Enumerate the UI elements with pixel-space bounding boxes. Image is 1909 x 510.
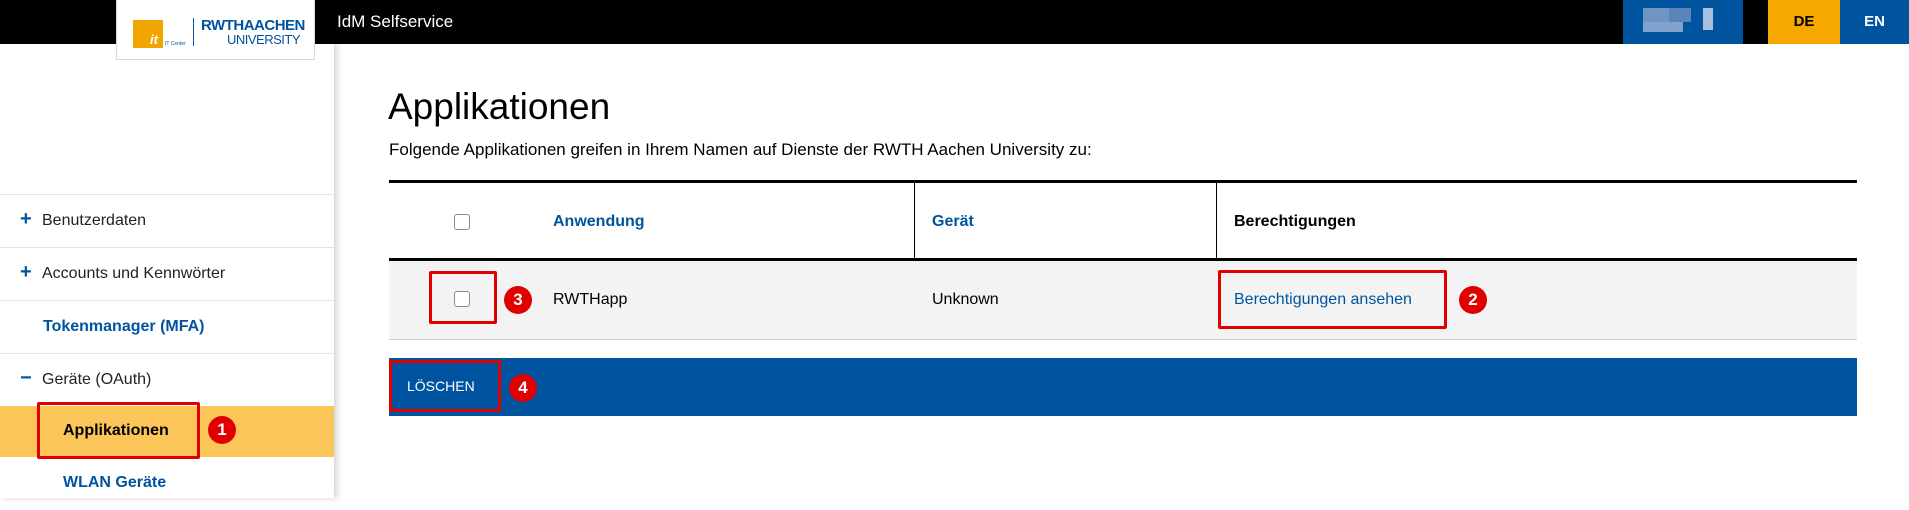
annotation-badge-4: 4 xyxy=(509,374,537,402)
column-divider xyxy=(914,183,915,261)
sidebar-item-label: Benutzerdaten xyxy=(42,212,147,229)
annotation-badge-1: 1 xyxy=(208,416,236,444)
logo-divider xyxy=(193,18,194,46)
annotation-box-3 xyxy=(429,271,497,324)
expand-plus-icon: + xyxy=(20,208,32,230)
column-header-geraet[interactable]: Gerät xyxy=(932,213,974,231)
sidebar-item-label: Tokenmanager (MFA) xyxy=(43,318,205,335)
it-center-logo-mark: it xyxy=(133,20,163,48)
column-header-berechtigungen: Berechtigungen xyxy=(1234,213,1356,230)
sidebar-item-accounts[interactable]: + Accounts und Kennwörter xyxy=(0,247,334,300)
sidebar-item-tokenmanager[interactable]: Tokenmanager (MFA) xyxy=(0,300,334,353)
sidebar-item-label: WLAN Geräte xyxy=(63,474,167,491)
language-de-button[interactable]: DE xyxy=(1768,0,1840,44)
table-header: Anwendung Gerät Berechtigungen xyxy=(389,180,1857,261)
select-all-checkbox[interactable] xyxy=(454,214,470,230)
sidebar-item-benutzerdaten[interactable]: + Benutzerdaten xyxy=(0,194,334,247)
column-divider xyxy=(1216,183,1217,261)
sidebar-item-wlan-geraete[interactable]: WLAN Geräte xyxy=(0,457,334,510)
column-header-anwendung[interactable]: Anwendung xyxy=(553,213,645,231)
annotation-badge-2: 2 xyxy=(1459,286,1487,314)
rwth-aachen-logo-text: RWTHAACHEN xyxy=(201,17,305,34)
university-logo-text: UNIVERSITY xyxy=(227,32,301,47)
user-account-button[interactable] xyxy=(1623,0,1743,44)
page-description: Folgende Applikationen greifen in Ihrem … xyxy=(389,140,1092,159)
it-center-logo-subtext: IT Center xyxy=(165,41,186,47)
annotation-box-1 xyxy=(37,402,200,459)
language-en-button[interactable]: EN xyxy=(1840,0,1909,44)
annotation-box-2 xyxy=(1218,270,1447,329)
cell-geraet: Unknown xyxy=(932,291,999,308)
app-title[interactable]: IdM Selfservice xyxy=(337,12,453,32)
annotation-box-4 xyxy=(389,360,501,412)
table-action-bar: LÖSCHEN xyxy=(389,358,1857,416)
sidebar-item-label: Accounts und Kennwörter xyxy=(42,265,226,282)
expand-plus-icon: + xyxy=(20,261,32,283)
cell-anwendung: RWTHapp xyxy=(553,291,628,308)
collapse-minus-icon: − xyxy=(20,367,32,389)
sidebar-item-geraete[interactable]: − Geräte (OAuth) xyxy=(0,353,334,406)
sidebar-item-label: Geräte (OAuth) xyxy=(42,371,152,388)
table-row: RWTHapp Unknown Berechtigungen ansehen xyxy=(389,261,1857,340)
rwth-it-center-logo[interactable]: it IT Center RWTHAACHEN UNIVERSITY xyxy=(116,0,315,60)
annotation-badge-3: 3 xyxy=(504,286,532,314)
page-title: Applikationen xyxy=(388,86,611,127)
